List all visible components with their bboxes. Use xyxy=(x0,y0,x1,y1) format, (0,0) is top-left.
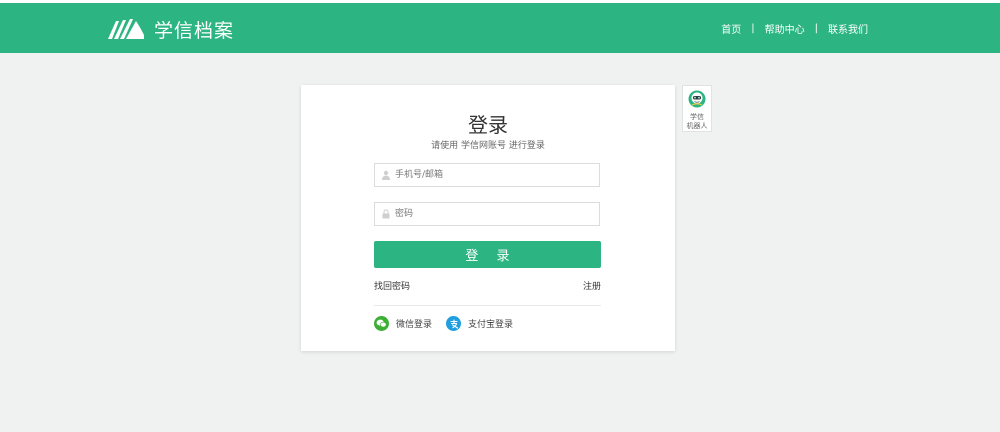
third-party-login: 微信登录 支付宝登录 xyxy=(374,316,513,331)
alipay-login-button[interactable]: 支付宝登录 xyxy=(446,316,513,331)
login-title: 登录 xyxy=(468,113,508,137)
user-icon xyxy=(382,170,390,180)
logo-text: 学信档案 xyxy=(154,19,235,42)
top-navigation-bar: 学信档案 首页 | 帮助中心 | 联系我们 xyxy=(0,0,1000,53)
lock-icon xyxy=(382,209,390,219)
alipay-login-label: 支付宝登录 xyxy=(468,320,514,330)
nav-help-link[interactable]: 帮助中心 xyxy=(765,21,805,36)
robot-label-line2: 机器人 xyxy=(686,122,708,130)
login-button[interactable]: 登 录 xyxy=(374,241,601,268)
wechat-login-label: 微信登录 xyxy=(396,320,433,330)
wechat-icon xyxy=(374,316,389,331)
top-nav-links: 首页 | 帮助中心 | 联系我们 xyxy=(721,21,868,36)
divider xyxy=(374,305,601,306)
login-subtitle: 请使用 学信网账号 进行登录 xyxy=(431,141,545,151)
nav-separator: | xyxy=(814,23,818,34)
alipay-icon xyxy=(446,316,462,331)
nav-separator: | xyxy=(751,23,755,34)
register-link[interactable]: 注册 xyxy=(583,279,601,292)
book-pages-icon xyxy=(108,19,144,39)
robot-label-line1: 学信 xyxy=(690,113,704,121)
login-card: 登录 请使用 学信网账号 进行登录 登 录 找回密码 注册 微信登录 xyxy=(301,85,675,351)
wechat-login-button[interactable]: 微信登录 xyxy=(374,316,432,331)
nav-home-link[interactable]: 首页 xyxy=(721,21,741,36)
nav-contact-link[interactable]: 联系我们 xyxy=(828,21,868,36)
password-field[interactable] xyxy=(374,202,600,226)
robot-avatar-icon xyxy=(688,90,706,108)
password-input[interactable] xyxy=(395,204,595,224)
site-logo[interactable]: 学信档案 xyxy=(106,15,234,43)
forgot-password-link[interactable]: 找回密码 xyxy=(374,279,410,292)
robot-assistant-widget[interactable]: 学信 机器人 xyxy=(682,85,712,132)
phone-email-input[interactable] xyxy=(395,165,595,185)
phone-email-field[interactable] xyxy=(374,163,600,187)
